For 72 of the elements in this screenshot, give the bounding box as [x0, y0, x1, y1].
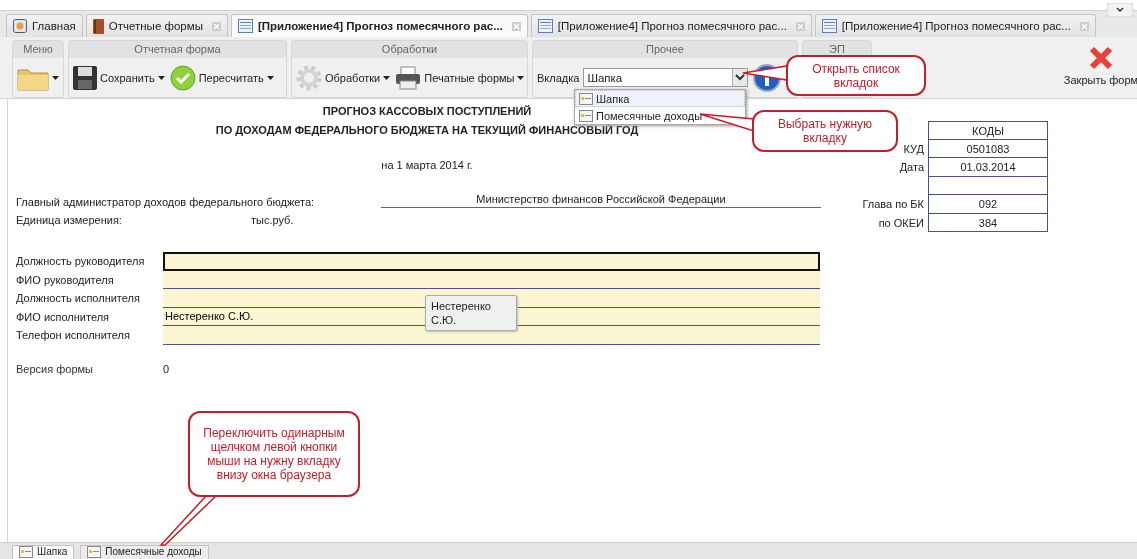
caret-icon — [157, 75, 165, 80]
code-cell: 092 — [928, 195, 1048, 214]
combo-label: Вкладка — [537, 71, 580, 84]
leader-line — [742, 64, 787, 82]
sheet-tab[interactable]: Помесячные доходы — [80, 545, 209, 559]
tab[interactable]: Отчетные формы — [85, 14, 228, 37]
form-icon — [237, 19, 253, 33]
field-label: Телефон исполнителя — [16, 328, 131, 343]
field-label: ФИО исполнителя — [16, 309, 111, 325]
menu-item[interactable]: Шапка — [575, 90, 745, 107]
form-title: ПРОГНОЗ КАССОВЫХ ПОСТУПЛЕНИЙ — [322, 104, 532, 118]
code-label: по ОКЕИ — [877, 215, 925, 231]
field-label: ФИО руководителя — [16, 272, 115, 288]
save-button[interactable]: Сохранить — [73, 65, 165, 90]
caret-icon — [517, 75, 525, 80]
code-cell: 01.03.2014 — [928, 158, 1048, 177]
callout: Выбрать нужную вкладку — [752, 110, 898, 152]
unit-value: тыс.руб. — [251, 214, 294, 226]
version-value: 0 — [163, 362, 170, 375]
admin-label: Главный администратор доходов федерального бюджета: — [16, 196, 316, 208]
tooltip: Нестеренко С.Ю. — [425, 295, 517, 331]
version-label: Версия формы — [16, 362, 94, 375]
form-icon — [537, 19, 553, 33]
callout: Переключить одинарным щелчком левой кнопки мыши на нужну вкладку внизу окна браузера — [188, 411, 360, 497]
code-label: Дата — [898, 160, 925, 175]
close-icon[interactable] — [211, 21, 221, 31]
close-icon — [1089, 46, 1113, 70]
code-cell: 384 — [928, 213, 1048, 232]
form-icon — [821, 19, 837, 33]
book-icon — [92, 18, 104, 34]
callout: Открыть список вкладок — [786, 55, 926, 96]
field-label: Должность исполнителя — [16, 291, 141, 306]
dropdown-icon[interactable] — [732, 69, 748, 86]
caret-icon — [383, 75, 391, 80]
close-icon[interactable] — [1079, 21, 1089, 31]
group-title: Меню — [13, 41, 63, 58]
code-label: Глава по БК — [861, 197, 925, 212]
sheet-tab[interactable]: Шапка — [12, 545, 75, 559]
group-title: Отчетная форма — [69, 41, 286, 58]
gear-icon — [296, 64, 322, 91]
field-label: Должность руководителя — [16, 254, 146, 269]
close-icon[interactable] — [511, 21, 521, 31]
admin-value: Министерство финансов Российской Федерации — [381, 193, 821, 208]
recalculate-button[interactable]: Пересчитать — [169, 64, 274, 91]
sheet-icon — [19, 546, 33, 558]
tab-list-caret-icon[interactable] — [1107, 3, 1133, 17]
sheet-icon — [579, 92, 593, 105]
tab[interactable]: [Приложение4] Прогноз помесячного рас... — [814, 14, 1096, 37]
leader-line — [160, 495, 216, 545]
code-cell: 0501083 — [928, 139, 1048, 158]
group-title: Обработки — [292, 41, 527, 58]
input-field[interactable] — [163, 326, 820, 345]
sheet-icon — [579, 109, 593, 122]
close-icon[interactable] — [795, 21, 805, 31]
print-forms-button[interactable]: Печатные формы — [395, 65, 525, 90]
caret-icon — [52, 75, 59, 80]
input-field[interactable] — [163, 252, 820, 271]
tab[interactable]: [Приложение4] Прогноз помесячного рас... — [230, 14, 528, 37]
tab[interactable]: Главная — [6, 14, 83, 37]
tab[interactable]: [Приложение4] Прогноз помесячного рас... — [530, 14, 812, 37]
printer-icon — [395, 65, 422, 90]
report-date: на 1 марта 2014 г. — [381, 159, 473, 171]
picture-frame-icon — [13, 19, 27, 33]
caret-icon — [266, 75, 274, 80]
checkmark-icon — [169, 64, 196, 91]
group-title: Прочее — [533, 41, 797, 58]
codes-header: КОДЫ — [928, 121, 1048, 140]
sheet-icon — [87, 546, 102, 558]
unit-label: Единица измерения: — [16, 214, 123, 226]
form-title: ПО ДОХОДАМ ФЕДЕРАЛЬНОГО БЮДЖЕТА НА ТЕКУЩИЙ ФИНАНСОВЫЙ ГОД — [215, 123, 639, 137]
close-form-button[interactable]: Закрыть форм — [1065, 40, 1137, 98]
processing-button[interactable]: Обработки — [296, 64, 391, 91]
